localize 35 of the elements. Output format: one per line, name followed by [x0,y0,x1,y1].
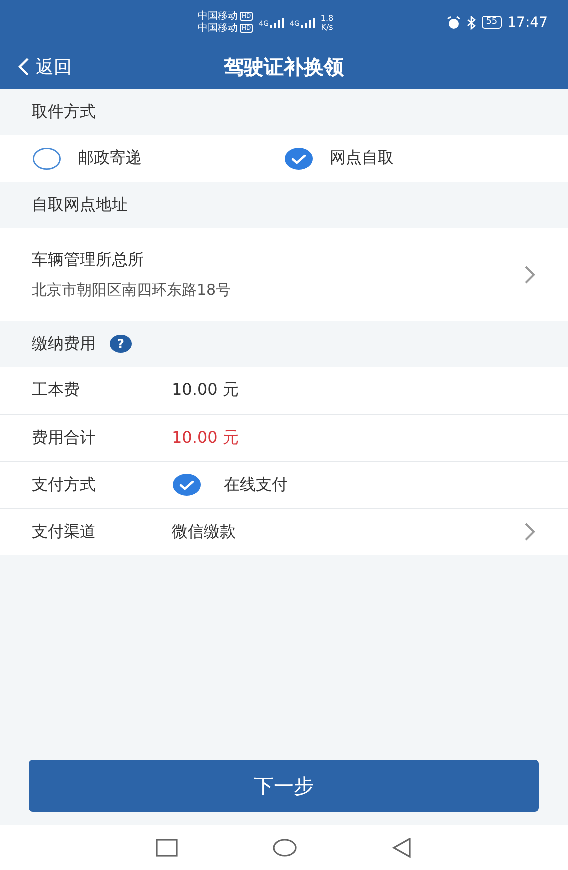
clock: 17:47 [508,14,548,30]
help-icon[interactable]: ? [110,335,132,353]
field-value: 10.00 元 [172,380,239,401]
section-title: 缴纳费用 [32,334,96,354]
field-label: 费用合计 [32,428,97,448]
back-icon[interactable] [392,838,412,858]
chevron-left-icon [18,57,30,77]
carrier-name: 中国移动 [198,22,238,34]
total-amount: 10.00 元 [172,428,239,448]
section-title: 自取网点地址 [32,194,128,216]
branch-address: 北京市朝阳区南四环东路18号 [32,280,232,300]
signal-icon [300,18,315,28]
field-label: 支付渠道 [32,522,97,542]
recents-icon[interactable] [156,838,178,856]
network-speed: 1.8 [320,14,334,22]
section-title: 取件方式 [32,102,96,122]
payment-option[interactable]: 在线支付 [172,473,288,497]
chevron-icon [524,522,536,542]
alarm-icon [447,16,462,30]
page-title: 驾驶证补换领 [224,54,344,80]
home-icon[interactable] [273,838,297,856]
bluetooth-icon [467,16,476,30]
chevron-icon [524,264,536,284]
battery-icon: 55 [482,16,502,29]
next-button[interactable]: 下一步 [29,760,539,812]
signal-icon [270,18,284,28]
back-button[interactable]: 返回 [18,45,72,89]
field-label: 支付方式 [32,474,97,496]
speed-unit: K/s [321,22,334,32]
radio-option[interactable]: 邮政寄递 [32,146,284,170]
carrier-name: 中国移动 [198,10,238,22]
field-label: 工本费 [32,380,81,401]
branch-name: 车辆管理所总所 [32,250,145,270]
radio-option[interactable]: 网点自取 [284,146,536,170]
payment-channel-selector[interactable]: 微信缴款 [172,522,536,542]
